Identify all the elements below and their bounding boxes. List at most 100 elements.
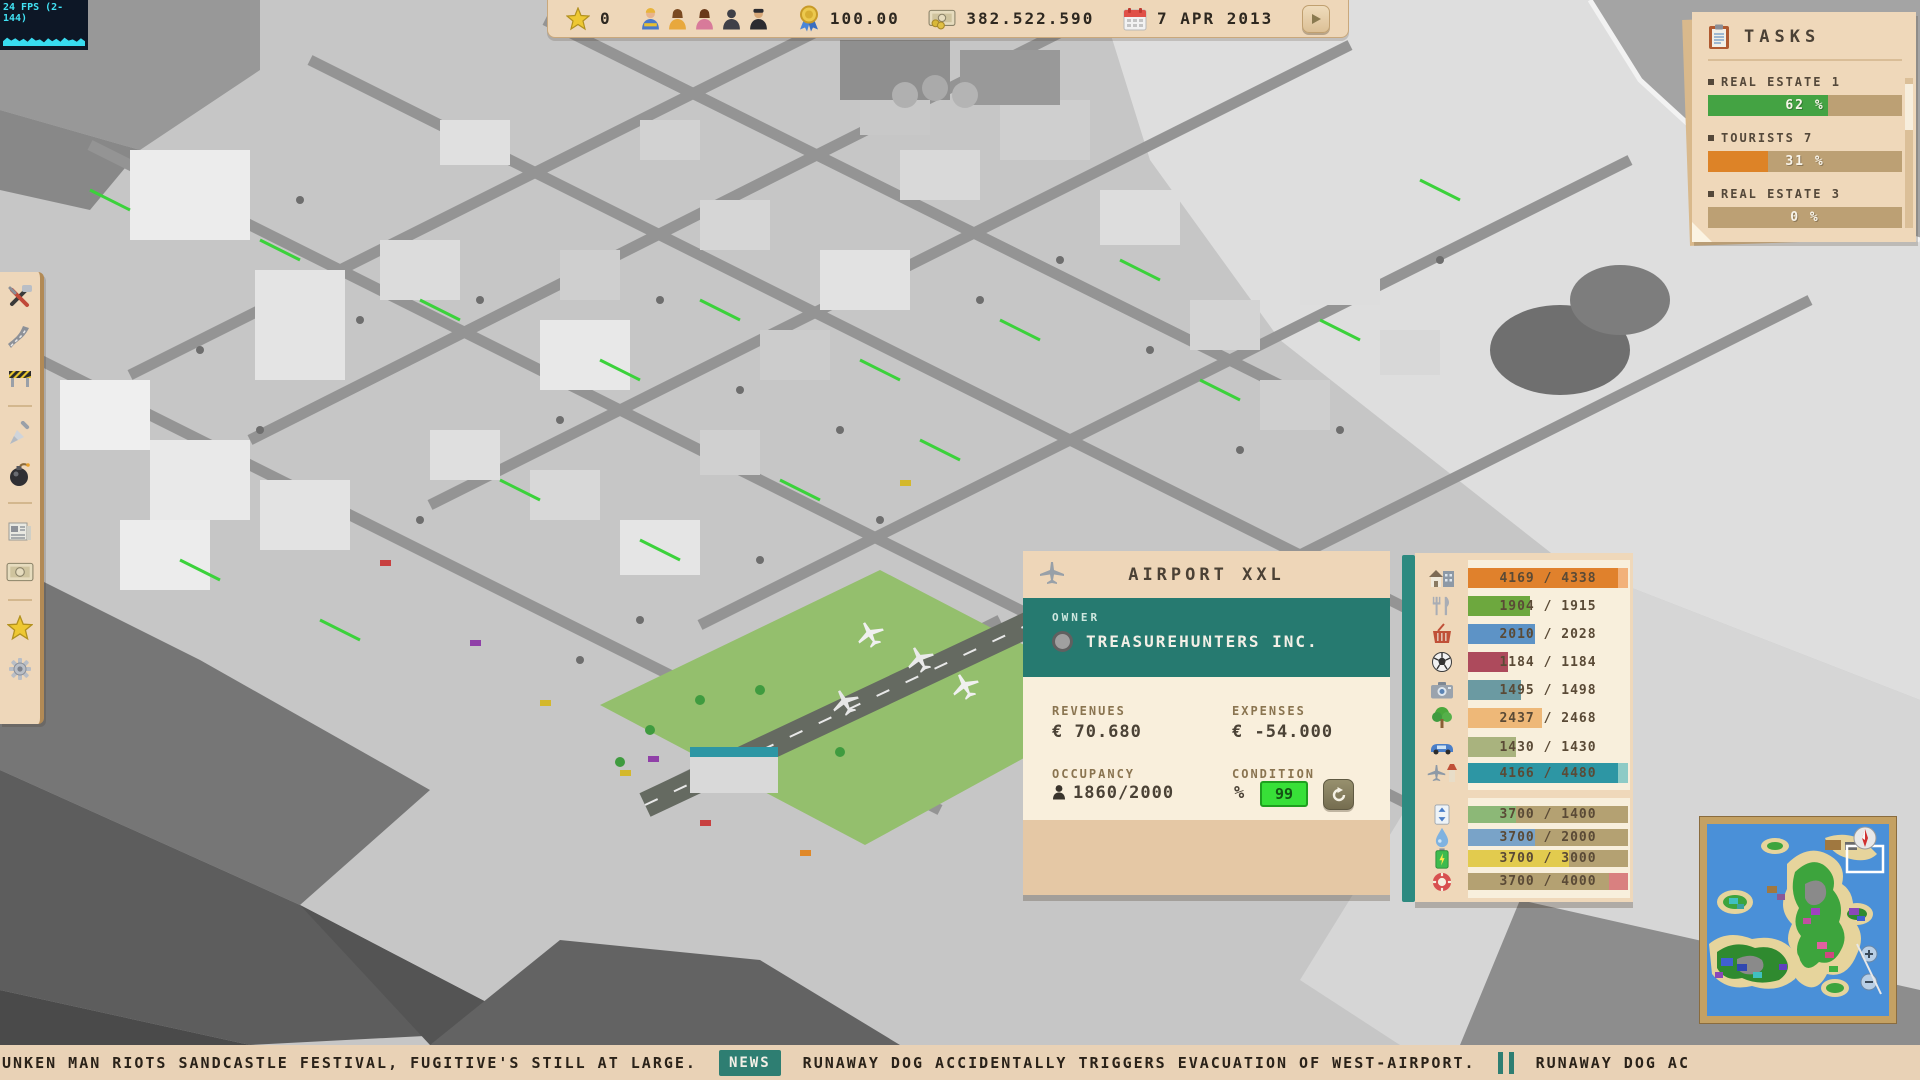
worker-icon [640,6,661,32]
stat-value: 1184 / 1184 [1468,655,1628,670]
occupancy-label: OCCUPANCY [1052,767,1135,781]
stat-bar: 1904 / 1915 [1468,596,1628,616]
approval-rating[interactable]: 100.00 [798,5,900,32]
sidebar-item-roads[interactable] [6,323,34,351]
stat-row-safety[interactable]: 3700 / 4000 [1415,873,1633,890]
news-ticker[interactable]: UNKEN MAN RIOTS SANDCASTLE FESTIVAL, FUG… [0,1045,1920,1080]
battery-power-icon [1434,848,1450,869]
stat-row-housing[interactable]: 4169 / 4338 [1415,568,1633,588]
divider [8,502,32,504]
divider [8,599,32,601]
occupancy-value: 1860/2000 [1073,783,1174,803]
minimap[interactable] [1700,817,1896,1023]
stat-value: 1904 / 1915 [1468,599,1628,614]
task-label: TOURISTS 7 [1721,131,1813,145]
divider [8,405,32,407]
task-item[interactable]: REAL ESTATE 3 0 % [1708,183,1902,228]
criminal-icon [748,6,769,32]
task-label: REAL ESTATE 3 [1721,187,1841,201]
stat-bar: 4169 / 4338 [1468,568,1628,588]
stat-row-sightseeing[interactable]: 1495 / 1498 [1415,680,1633,700]
rent-section: RENT € 38 + − [1023,820,1390,895]
sidebar-item-demolish[interactable] [6,461,34,489]
tasks-scrollbar[interactable] [1905,78,1913,228]
stat-row-sports[interactable]: 1184 / 1184 [1415,652,1633,672]
stat-row-environment[interactable]: 2437 / 2468 [1415,708,1633,728]
star-icon [566,7,590,31]
stat-value: 3700 / 4000 [1468,874,1628,889]
fps-label: 24 FPS (2-144) [0,0,88,26]
city-stats-panel[interactable]: 4169 / 4338 1904 / 1915 2010 / 2028 [1415,553,1633,902]
page-fold [1692,220,1714,242]
task-progress-bar: 31 % [1708,151,1902,172]
stat-bar: 1495 / 1498 [1468,680,1628,700]
stat-value: 2437 / 2468 [1468,711,1628,726]
task-progress-bar: 0 % [1708,207,1902,228]
fps-overlay: 24 FPS (2-144) [0,0,88,50]
sidebar-item-newspaper[interactable] [6,517,34,545]
shopping-basket-icon [1430,623,1454,645]
stat-row-shopping[interactable]: 2010 / 2028 [1415,624,1633,644]
sidebar-item-build-tools[interactable] [6,282,34,310]
lifebuoy-icon [1432,872,1452,892]
approval-value: 100.00 [830,9,900,28]
building-dialog[interactable]: AIRPORT XXL OWNER TREASUREHUNTERS INC. R… [1023,551,1390,895]
barrier-icon [7,367,33,389]
person-icon [1052,784,1066,801]
money-value: 382.522.590 [966,9,1094,28]
stat-bar: 3700 / 3000 [1468,850,1628,867]
stat-row-flights[interactable]: 4166 / 4480 [1415,763,1633,783]
ticker-separator-icon [1498,1052,1514,1074]
stat-value: 2010 / 2028 [1468,627,1628,642]
play-pause-button[interactable] [1302,5,1330,33]
refresh-icon [1331,787,1347,803]
city-map-background[interactable] [0,0,1920,1080]
expenses-label: EXPENSES [1232,704,1306,718]
sidebar-item-construction[interactable] [6,364,34,392]
owner-section: OWNER TREASUREHUNTERS INC. [1023,598,1390,677]
game-viewport[interactable]: 24 FPS (2-144) 0 [0,0,1920,1080]
scrollbar-thumb[interactable] [1905,84,1913,130]
stat-row-food[interactable]: 1904 / 1915 [1415,596,1633,616]
ticker-headline: RUNAWAY DOG ACCIDENTALLY TRIGGERS EVACUA… [803,1054,1476,1072]
tasks-title: TASKS [1744,27,1820,47]
newspaper-icon [7,520,33,542]
tool-sidebar[interactable] [0,272,44,724]
treasury[interactable]: 382.522.590 [928,8,1094,30]
star-rating[interactable]: 0 [566,7,612,31]
soccer-ball-icon [1431,651,1453,673]
bullet-icon [1708,191,1714,197]
unemployed-icon [721,6,742,32]
stat-row-waste[interactable]: 3700 / 1400 [1415,806,1633,823]
stat-row-power[interactable]: 3700 / 3000 [1415,850,1633,867]
stat-row-traffic[interactable]: 1430 / 1430 [1415,737,1633,757]
top-status-bar: 0 [547,0,1349,38]
task-progress-bar: 62 % [1708,95,1902,116]
compass-icon[interactable] [1854,827,1876,849]
dialog-title: AIRPORT XXL [1023,565,1390,585]
waste-service-icon [1433,804,1451,825]
banknote-icon [6,562,34,582]
sidebar-item-terrain[interactable] [6,420,34,448]
task-item[interactable]: REAL ESTATE 1 62 % [1708,71,1902,116]
repair-button[interactable] [1323,779,1354,810]
shovel-icon [7,421,33,447]
minimap-canvas[interactable] [1707,824,1889,1016]
sidebar-item-finances[interactable] [6,558,34,586]
stat-bar: 1430 / 1430 [1468,737,1628,757]
tasks-panel[interactable]: TASKS REAL ESTATE 1 62 % TOURISTS 7 31 %… [1692,12,1916,242]
stat-value: 4166 / 4480 [1468,766,1628,781]
task-item[interactable]: TOURISTS 7 31 % [1708,127,1902,172]
sidebar-item-settings[interactable] [6,655,34,683]
sidebar-item-achievements[interactable] [6,614,34,642]
medal-icon [798,5,820,32]
stat-row-water[interactable]: 3700 / 2000 [1415,829,1633,846]
task-label: REAL ESTATE 1 [1721,75,1841,89]
game-date[interactable]: 7 APR 2013 [1123,7,1273,31]
panel-connector[interactable] [1402,555,1415,902]
stat-bar: 1184 / 1184 [1468,652,1628,672]
task-percent: 62 % [1708,98,1902,113]
food-icon [1431,595,1453,617]
owner-row[interactable]: TREASUREHUNTERS INC. [1052,631,1319,652]
citizen-groups[interactable] [640,6,769,32]
